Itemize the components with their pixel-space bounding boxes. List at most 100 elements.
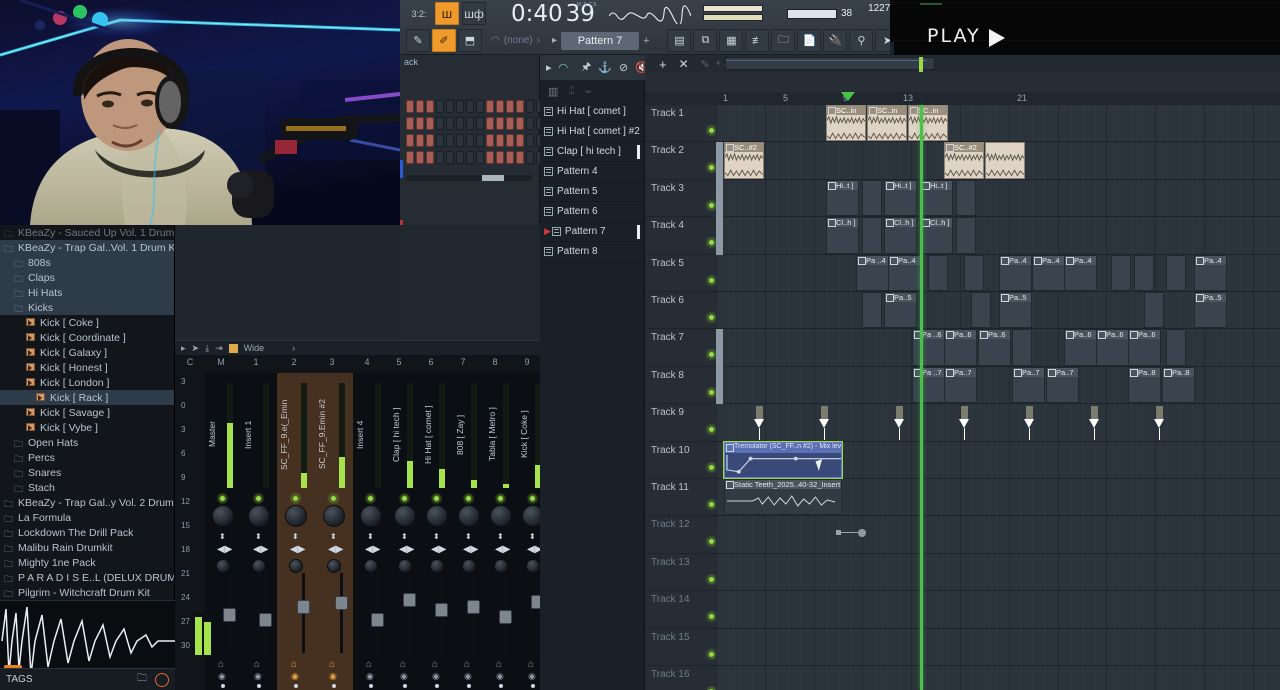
mixer-enable-led[interactable] [401,495,408,502]
pattern-picker-panel[interactable]: ▥ ⑄ ⌁ Hi Hat [ comet ] Hi Hat [ comet ] #… [540,80,645,690]
step-button-on[interactable] [516,117,524,130]
automation-small-icon[interactable]: ⌁ [585,85,592,98]
plugin-icon[interactable]: 🔌 [823,29,848,52]
mixer-fader-handle[interactable] [223,607,236,622]
piano-roll-small-icon[interactable]: ▥ [548,85,558,98]
playlist-clip[interactable]: SC..in [908,105,948,142]
pattern-prev-arrow[interactable]: ▸ [552,35,557,46]
playlist-panel[interactable]: + ✕ ✎ ↔ ‹ 1591321 Track 1SC..inSC..inSC.… [645,55,1280,690]
mixer-fader-track[interactable] [536,573,539,653]
no-entry-icon[interactable]: ⊘ [619,61,628,74]
browser-folder-row[interactable]: 🗀 Stach [0,480,174,495]
automation-handle[interactable] [836,529,866,538]
pattern-list-item[interactable]: Pattern 8 [540,242,644,262]
step-button-on[interactable] [486,151,494,164]
pattern-list-item[interactable]: Pattern 4 [540,162,644,182]
browser-folder-row[interactable]: 🗀 Lockdown The Drill Pack [0,525,174,540]
patcher-icon[interactable]: ⚲ [849,29,874,52]
mixer-stereo-sep-control[interactable]: ⬍ [255,532,262,541]
mixer-route-up-icon[interactable]: ⌂ [291,659,297,670]
mixer-route-up-icon[interactable]: ⌂ [496,659,502,670]
track-enable-led[interactable] [708,276,715,284]
playlist-track-name[interactable]: Track 15 [651,632,690,643]
step-row[interactable] [406,117,544,130]
mixer-view-mode[interactable]: Wide [244,343,265,353]
playlist-clip[interactable]: Pa..6 [978,329,1011,366]
mixer-pan-control[interactable]: ◀▶ [431,544,446,555]
step-button-on[interactable] [406,100,414,113]
project-file-icon[interactable]: 📄 [797,29,822,52]
tempo-slider[interactable] [786,8,837,19]
mixer-stereo-sep-control[interactable]: ⬍ [497,532,504,541]
step-button-off[interactable] [476,100,484,113]
mixer-stereo-sep-control[interactable]: ⬍ [465,532,472,541]
mixer-route-dot[interactable] [369,684,373,688]
playlist-track-name[interactable]: Track 2 [651,145,684,156]
step-button-on[interactable] [426,100,434,113]
step-button-off[interactable] [456,134,464,147]
draw-tool-icon[interactable]: ✎ [406,29,430,52]
playlist-clip[interactable]: Pa..8 [1128,366,1161,404]
step-row[interactable] [406,134,544,147]
browser-folder-row[interactable]: 🗀 Claps [0,270,174,285]
step-button-on[interactable] [426,117,434,130]
playlist-track-name[interactable]: Track 9 [651,407,684,418]
mixer-pan-control[interactable]: ◀▶ [463,544,478,555]
mixer-route-up-icon[interactable]: ⌂ [329,659,335,670]
mixer-record-arm-icon[interactable]: ◉ [218,671,226,682]
step-button-on[interactable] [416,151,424,164]
playlist-clip[interactable]: Pa..7 [1012,366,1045,404]
playlist-clip[interactable]: Pa..4 [999,254,1032,291]
playlist-clip[interactable] [1111,254,1131,291]
pattern-mode-button[interactable]: ш [435,2,459,25]
browser-folder-row[interactable]: 🗀 Hi Hats [0,285,174,300]
mixer-fader-handle[interactable] [499,610,512,625]
step-row[interactable] [406,151,544,164]
step-button-on[interactable] [496,134,504,147]
mixer-fader-handle[interactable] [371,612,384,627]
playlist-clip[interactable]: Pa..7 [1046,366,1079,404]
mixer-small-knob[interactable] [216,559,230,573]
mixer-volume-knob[interactable] [394,505,416,527]
mixer-toolbar[interactable]: ▸ ➤ ⤓ ⇥ Wide › [175,341,540,355]
playlist-track-lane[interactable]: Track 15 [645,628,1280,666]
mixer-stereo-sep-control[interactable]: ⬍ [401,532,408,541]
mixer-enable-led[interactable] [292,495,299,502]
playlist-track-lane[interactable]: Track 6 Pa..5 Pa..5 Pa..5 [645,292,1280,330]
playlist-clip[interactable]: Pa..6 [1096,329,1129,366]
playlist-track-name[interactable]: Track 7 [651,332,684,343]
playlist-clip[interactable] [862,179,882,217]
mixer-route-up-icon[interactable]: ⌂ [218,659,224,670]
step-button-off[interactable] [436,117,444,130]
mixer-route-up-icon[interactable]: ⌂ [528,659,534,670]
playlist-clip[interactable]: Pa ..6 [912,329,945,366]
step-button-off[interactable] [436,151,444,164]
step-button-off[interactable] [436,100,444,113]
mixer-route-dot[interactable] [294,684,298,688]
playlist-track-name[interactable]: Track 16 [651,669,690,680]
step-button-on[interactable] [406,134,414,147]
track-marker[interactable] [819,406,829,441]
track-marker[interactable] [754,406,764,441]
playlist-track-name[interactable]: Track 12 [651,519,690,530]
mixer-play-icon[interactable]: ▸ [181,343,186,354]
playlist-track-lane[interactable]: Track 12 [645,516,1280,554]
track-enable-led[interactable] [708,501,715,508]
track-enable-led[interactable] [708,426,715,434]
track-enable-led[interactable] [708,575,715,583]
mixer-stereo-sep-control[interactable]: ⬍ [367,532,374,541]
playlist-clip[interactable]: Pa..8 [1162,366,1195,404]
playlist-clip[interactable] [862,217,882,254]
playlist-track-lane[interactable]: Track 3 Hi..t ] Hi..t ] Hi..t ] [645,179,1280,218]
mixer-small-knob[interactable] [494,559,508,573]
step-button-on[interactable] [426,134,434,147]
track-marker[interactable] [1024,406,1034,441]
mixer-route-up-icon[interactable]: ⌂ [432,659,438,670]
attach-icon[interactable]: 🖈 [581,58,591,77]
playlist-clip[interactable] [1134,254,1154,291]
mixer-volume-knob[interactable] [248,505,270,527]
playlist-clip[interactable]: Pa..6 [944,329,977,366]
mixer-fader-track[interactable] [408,573,411,653]
browser-file-row[interactable]: Kick [ Honest ] [0,360,174,375]
headphone-icon-2[interactable]: ◠ [559,61,569,74]
